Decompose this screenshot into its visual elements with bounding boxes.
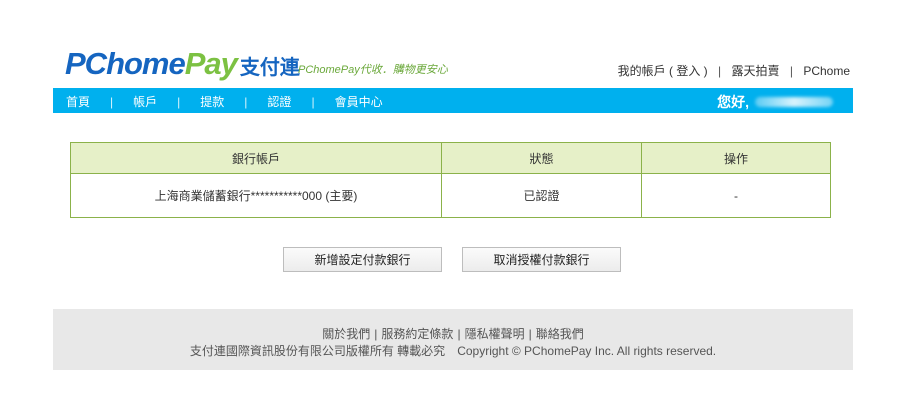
footer-link-privacy[interactable]: 隱私權聲明 xyxy=(465,327,525,341)
top-link-my-account[interactable]: 我的帳戶 ( 登入 ) xyxy=(618,64,708,78)
blurred-username xyxy=(755,97,833,107)
main-nav-bar: 首頁 | 帳戶 | 提款 | 認證 | 會員中心 您好, xyxy=(53,88,853,113)
page: PChomePay 支付連 PChomePay代收．購物更安心 我的帳戶 ( 登… xyxy=(0,0,900,420)
cancel-payment-bank-button[interactable]: 取消授權付款銀行 xyxy=(462,247,621,272)
company-rights-text: 支付連國際資訊股份有限公司版權所有 轉載必究 xyxy=(189,344,446,358)
nav-separator: | xyxy=(177,94,181,109)
site-header: PChomePay 支付連 PChomePay代收．購物更安心 我的帳戶 ( 登… xyxy=(53,38,853,88)
column-header-bank-account: 銀行帳戶 xyxy=(70,142,442,174)
slogan: PChomePay代收．購物更安心 xyxy=(298,64,448,76)
table-row: 上海商業儲蓄銀行***********000 (主要) 已認證 - xyxy=(70,173,831,218)
copyright-text: Copyright © PChomePay Inc. All rights re… xyxy=(457,344,717,358)
footer-links: 關於我們 | 服務約定條款 | 隱私權聲明 | 聯絡我們 xyxy=(53,325,853,342)
footer-separator: | xyxy=(528,327,532,341)
top-link-separator: | xyxy=(789,64,793,78)
logo-pay-text: Pay xyxy=(184,46,238,81)
logo-pchome-text: PChome xyxy=(65,46,186,81)
footer-link-contact[interactable]: 聯絡我們 xyxy=(536,327,584,341)
nav-items: 首頁 | 帳戶 | 提款 | 認證 | 會員中心 xyxy=(66,93,383,110)
nav-item-home[interactable]: 首頁 xyxy=(66,93,90,110)
action-cell: - xyxy=(641,173,831,218)
pchomepay-logo[interactable]: PChomePay 支付連 xyxy=(65,46,300,82)
column-header-status: 狀態 xyxy=(441,142,642,174)
user-greeting: 您好, xyxy=(717,92,833,112)
site-footer: 關於我們 | 服務約定條款 | 隱私權聲明 | 聯絡我們 支付連國際資訊股份有限公司版權所有… xyxy=(53,309,853,370)
nav-separator: | xyxy=(110,94,114,109)
logo-wordmark: PChomePay xyxy=(65,46,238,82)
footer-copyright: 支付連國際資訊股份有限公司版權所有 轉載必究 Copyright © PChome… xyxy=(53,342,853,359)
footer-link-terms[interactable]: 服務約定條款 xyxy=(381,327,453,341)
nav-separator: | xyxy=(311,94,315,109)
add-payment-bank-button[interactable]: 新增設定付款銀行 xyxy=(283,247,442,272)
bank-account-table: 銀行帳戶 狀態 操作 上海商業儲蓄銀行***********000 (主要) 已… xyxy=(70,142,831,218)
footer-separator: | xyxy=(457,327,461,341)
column-header-action: 操作 xyxy=(641,142,831,174)
top-link-ruten[interactable]: 露天拍賣 xyxy=(731,64,779,78)
bank-account-cell: 上海商業儲蓄銀行***********000 (主要) xyxy=(70,173,442,218)
greeting-text: 您好, xyxy=(717,94,749,110)
top-link-separator: | xyxy=(718,64,722,78)
footer-separator: | xyxy=(374,327,378,341)
nav-separator: | xyxy=(244,94,248,109)
table-header-row: 銀行帳戶 狀態 操作 xyxy=(70,142,831,174)
logo-chinese-text: 支付連 xyxy=(239,57,300,79)
nav-item-account[interactable]: 帳戶 xyxy=(133,93,157,110)
footer-link-about[interactable]: 關於我們 xyxy=(322,327,370,341)
top-link-pchome[interactable]: PChome xyxy=(803,64,850,78)
nav-item-verify[interactable]: 認證 xyxy=(267,93,291,110)
top-links: 我的帳戶 ( 登入 ) | 露天拍賣 | PChome xyxy=(618,62,850,79)
nav-item-member-center[interactable]: 會員中心 xyxy=(335,93,383,110)
status-cell: 已認證 xyxy=(441,173,642,218)
nav-item-withdraw[interactable]: 提款 xyxy=(200,93,224,110)
